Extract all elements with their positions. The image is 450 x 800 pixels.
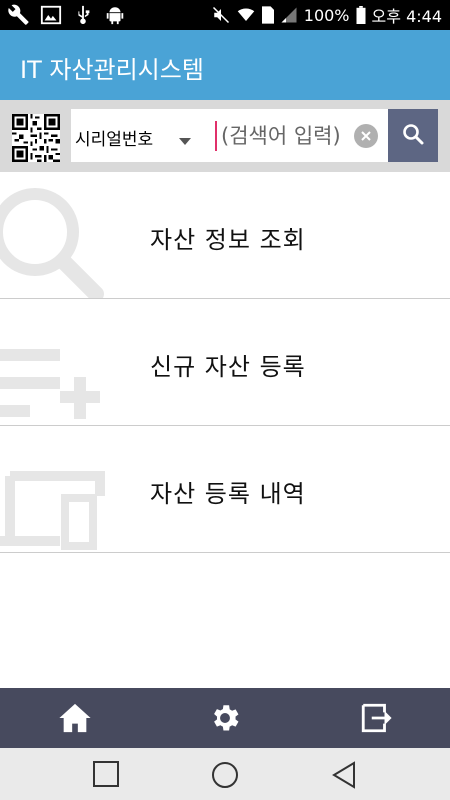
- home-circle-icon[interactable]: [210, 760, 240, 790]
- devices-icon: [0, 436, 120, 552]
- sim-icon: [261, 6, 274, 24]
- wrench-icon: [8, 4, 30, 26]
- home-icon[interactable]: [55, 698, 95, 738]
- magnifier-icon: [0, 182, 120, 298]
- status-bar: 100% 오후 4:44: [0, 0, 450, 30]
- logout-icon[interactable]: [356, 698, 396, 738]
- back-icon[interactable]: [330, 760, 360, 790]
- add-list-icon: [0, 309, 120, 425]
- wifi-icon: [236, 6, 256, 24]
- clear-icon[interactable]: [354, 124, 378, 148]
- search-field: 시리얼번호: [71, 109, 388, 162]
- menu-label: 자산 정보 조회: [150, 226, 306, 254]
- signal-icon: [280, 6, 298, 24]
- clock-ampm: 오후: [371, 7, 401, 26]
- search-icon: [401, 122, 425, 150]
- mute-icon: [212, 6, 230, 24]
- chevron-down-icon[interactable]: [177, 131, 193, 145]
- menu-item-new-asset[interactable]: 신규 자산 등록: [0, 299, 450, 426]
- battery-text: 100%: [303, 5, 350, 25]
- system-status: 100% 오후 4:44: [212, 0, 442, 30]
- recent-apps-icon[interactable]: [92, 760, 122, 790]
- usb-icon: [72, 4, 94, 26]
- bottom-nav: [0, 688, 450, 748]
- clock: 오후 4:44: [372, 3, 442, 27]
- search-input[interactable]: [221, 119, 346, 153]
- clock-time: 4:44: [406, 7, 442, 26]
- android-icon: [104, 4, 126, 26]
- notification-icons: [8, 4, 126, 26]
- system-nav: [0, 748, 450, 800]
- menu-item-asset-lookup[interactable]: 자산 정보 조회: [0, 172, 450, 299]
- app-title: IT 자산관리시스템: [20, 56, 204, 84]
- search-type-select[interactable]: 시리얼번호: [75, 125, 153, 150]
- settings-icon[interactable]: [205, 698, 245, 738]
- menu-label: 신규 자산 등록: [150, 353, 306, 381]
- search-button[interactable]: [388, 109, 438, 162]
- battery-icon: [356, 6, 366, 24]
- qr-code-icon[interactable]: [12, 114, 60, 162]
- app-bar: IT 자산관리시스템: [0, 30, 450, 100]
- menu-label: 자산 등록 내역: [150, 480, 306, 508]
- text-cursor: [215, 121, 217, 151]
- main-menu: 자산 정보 조회 신규 자산 등록 자산 등록 내역: [0, 172, 450, 553]
- menu-item-registration-history[interactable]: 자산 등록 내역: [0, 426, 450, 553]
- search-bar: 시리얼번호: [0, 100, 450, 172]
- image-icon: [40, 4, 62, 26]
